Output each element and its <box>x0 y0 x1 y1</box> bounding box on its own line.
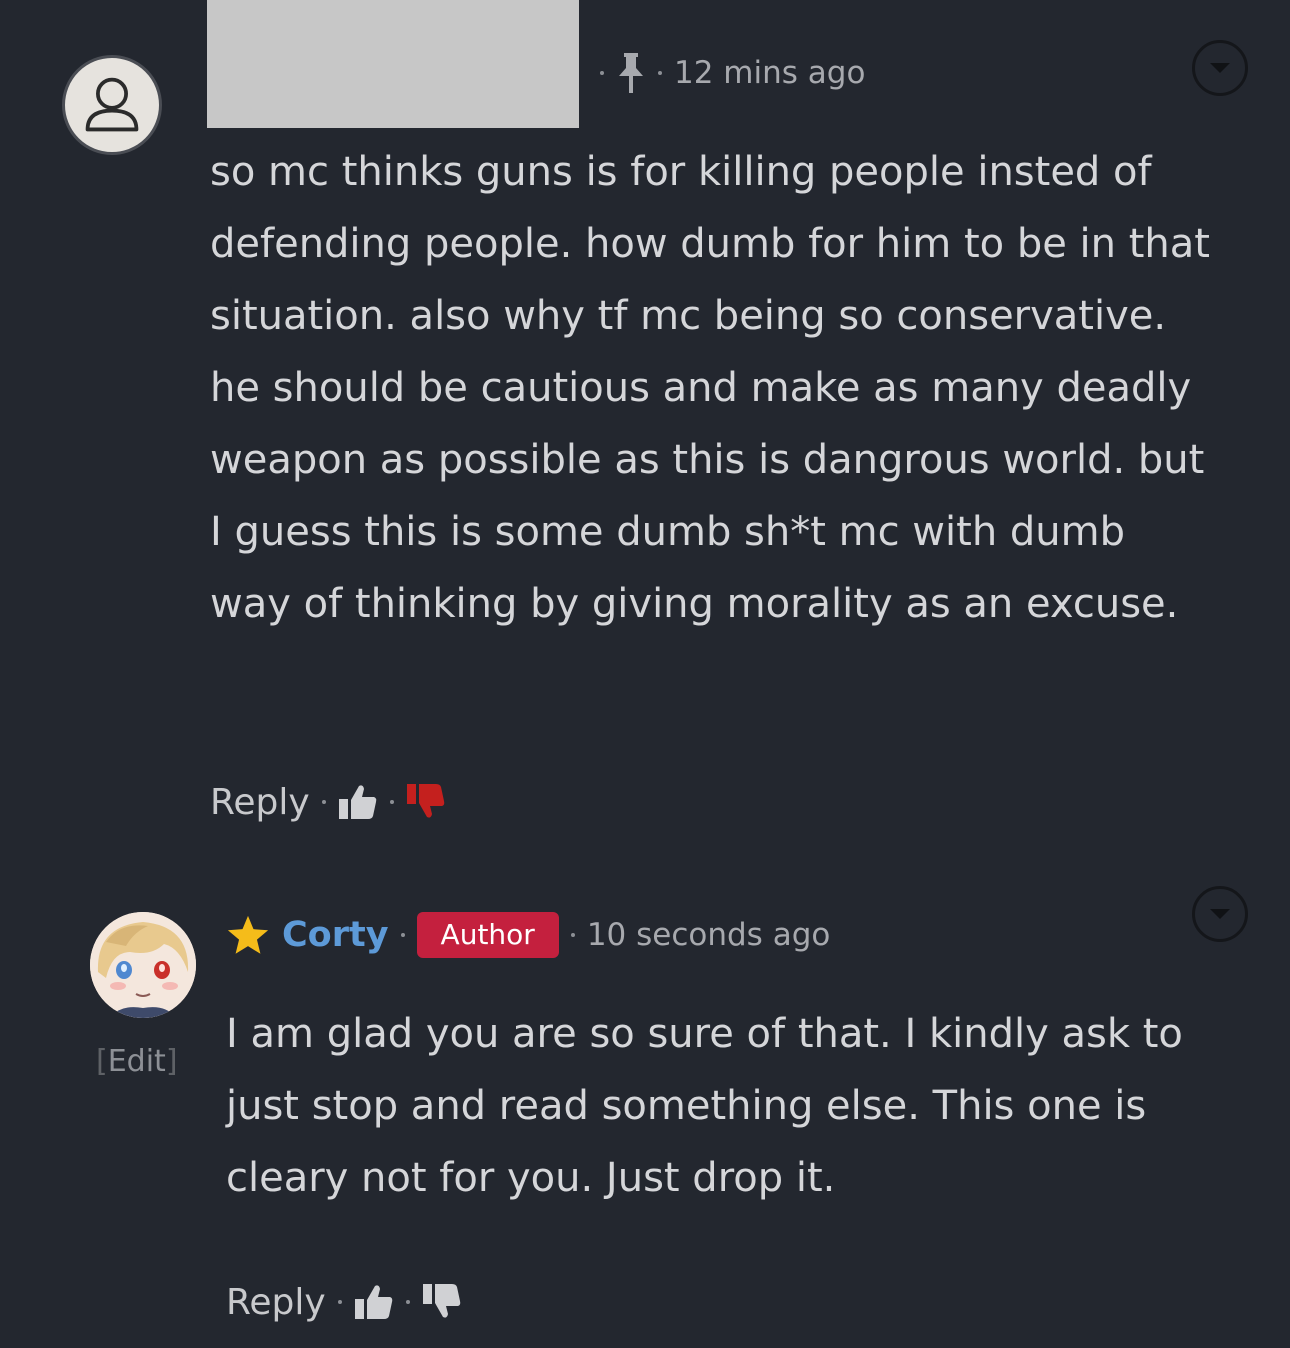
comment-body: so mc thinks guns is for killing people … <box>210 149 1210 627</box>
comment-timestamp: 12 mins ago <box>674 55 866 91</box>
default-avatar[interactable] <box>62 55 162 155</box>
separator-dot <box>405 1300 410 1304</box>
reply-link[interactable]: Reply <box>226 1282 326 1323</box>
dislike-button[interactable] <box>422 1282 462 1322</box>
comment-actions: Reply <box>226 1276 462 1328</box>
separator-dot <box>600 71 604 75</box>
thumbs-up-icon <box>338 785 376 819</box>
star-icon <box>226 912 272 958</box>
reply-link[interactable]: Reply <box>210 782 310 823</box>
comment-meta: 12 mins ago <box>588 50 865 96</box>
anime-avatar-icon <box>90 912 196 1018</box>
user-silhouette-icon <box>85 77 139 132</box>
comment-author-name[interactable]: Corty <box>282 915 389 955</box>
comment: 12 mins ago so mc thinks guns is for kil… <box>0 0 1290 860</box>
like-button[interactable] <box>338 783 378 821</box>
separator-dot <box>400 933 405 937</box>
separator-dot <box>389 800 394 804</box>
comment-timestamp: 10 seconds ago <box>586 917 831 953</box>
chevron-down-icon <box>1210 909 1230 919</box>
comment-actions: Reply <box>210 776 446 828</box>
avatar[interactable] <box>90 912 196 1018</box>
separator-dot <box>321 800 326 804</box>
thumbs-down-icon <box>422 1284 460 1318</box>
redacted-username <box>207 0 579 128</box>
separator-dot <box>337 1300 342 1304</box>
edit-label: Edit <box>107 1044 166 1079</box>
edit-link[interactable]: [Edit] <box>96 1044 178 1079</box>
thumbs-down-icon <box>406 784 444 818</box>
comment-body: I am glad you are so sure of that. I kin… <box>226 1011 1183 1201</box>
reply-comment: [Edit] Corty Author 10 seconds ago I am … <box>0 860 1290 1348</box>
chevron-down-icon <box>1210 63 1230 73</box>
separator-dot <box>658 71 662 75</box>
pin-icon <box>616 50 646 96</box>
comment-menu-button[interactable] <box>1192 886 1248 942</box>
thumbs-up-icon <box>354 1285 392 1319</box>
dislike-button[interactable] <box>406 782 446 822</box>
author-badge: Author <box>416 912 559 958</box>
separator-dot <box>570 933 575 937</box>
comment-menu-button[interactable] <box>1192 40 1248 96</box>
like-button[interactable] <box>354 1283 394 1321</box>
comment-meta: Corty Author 10 seconds ago <box>226 910 830 960</box>
